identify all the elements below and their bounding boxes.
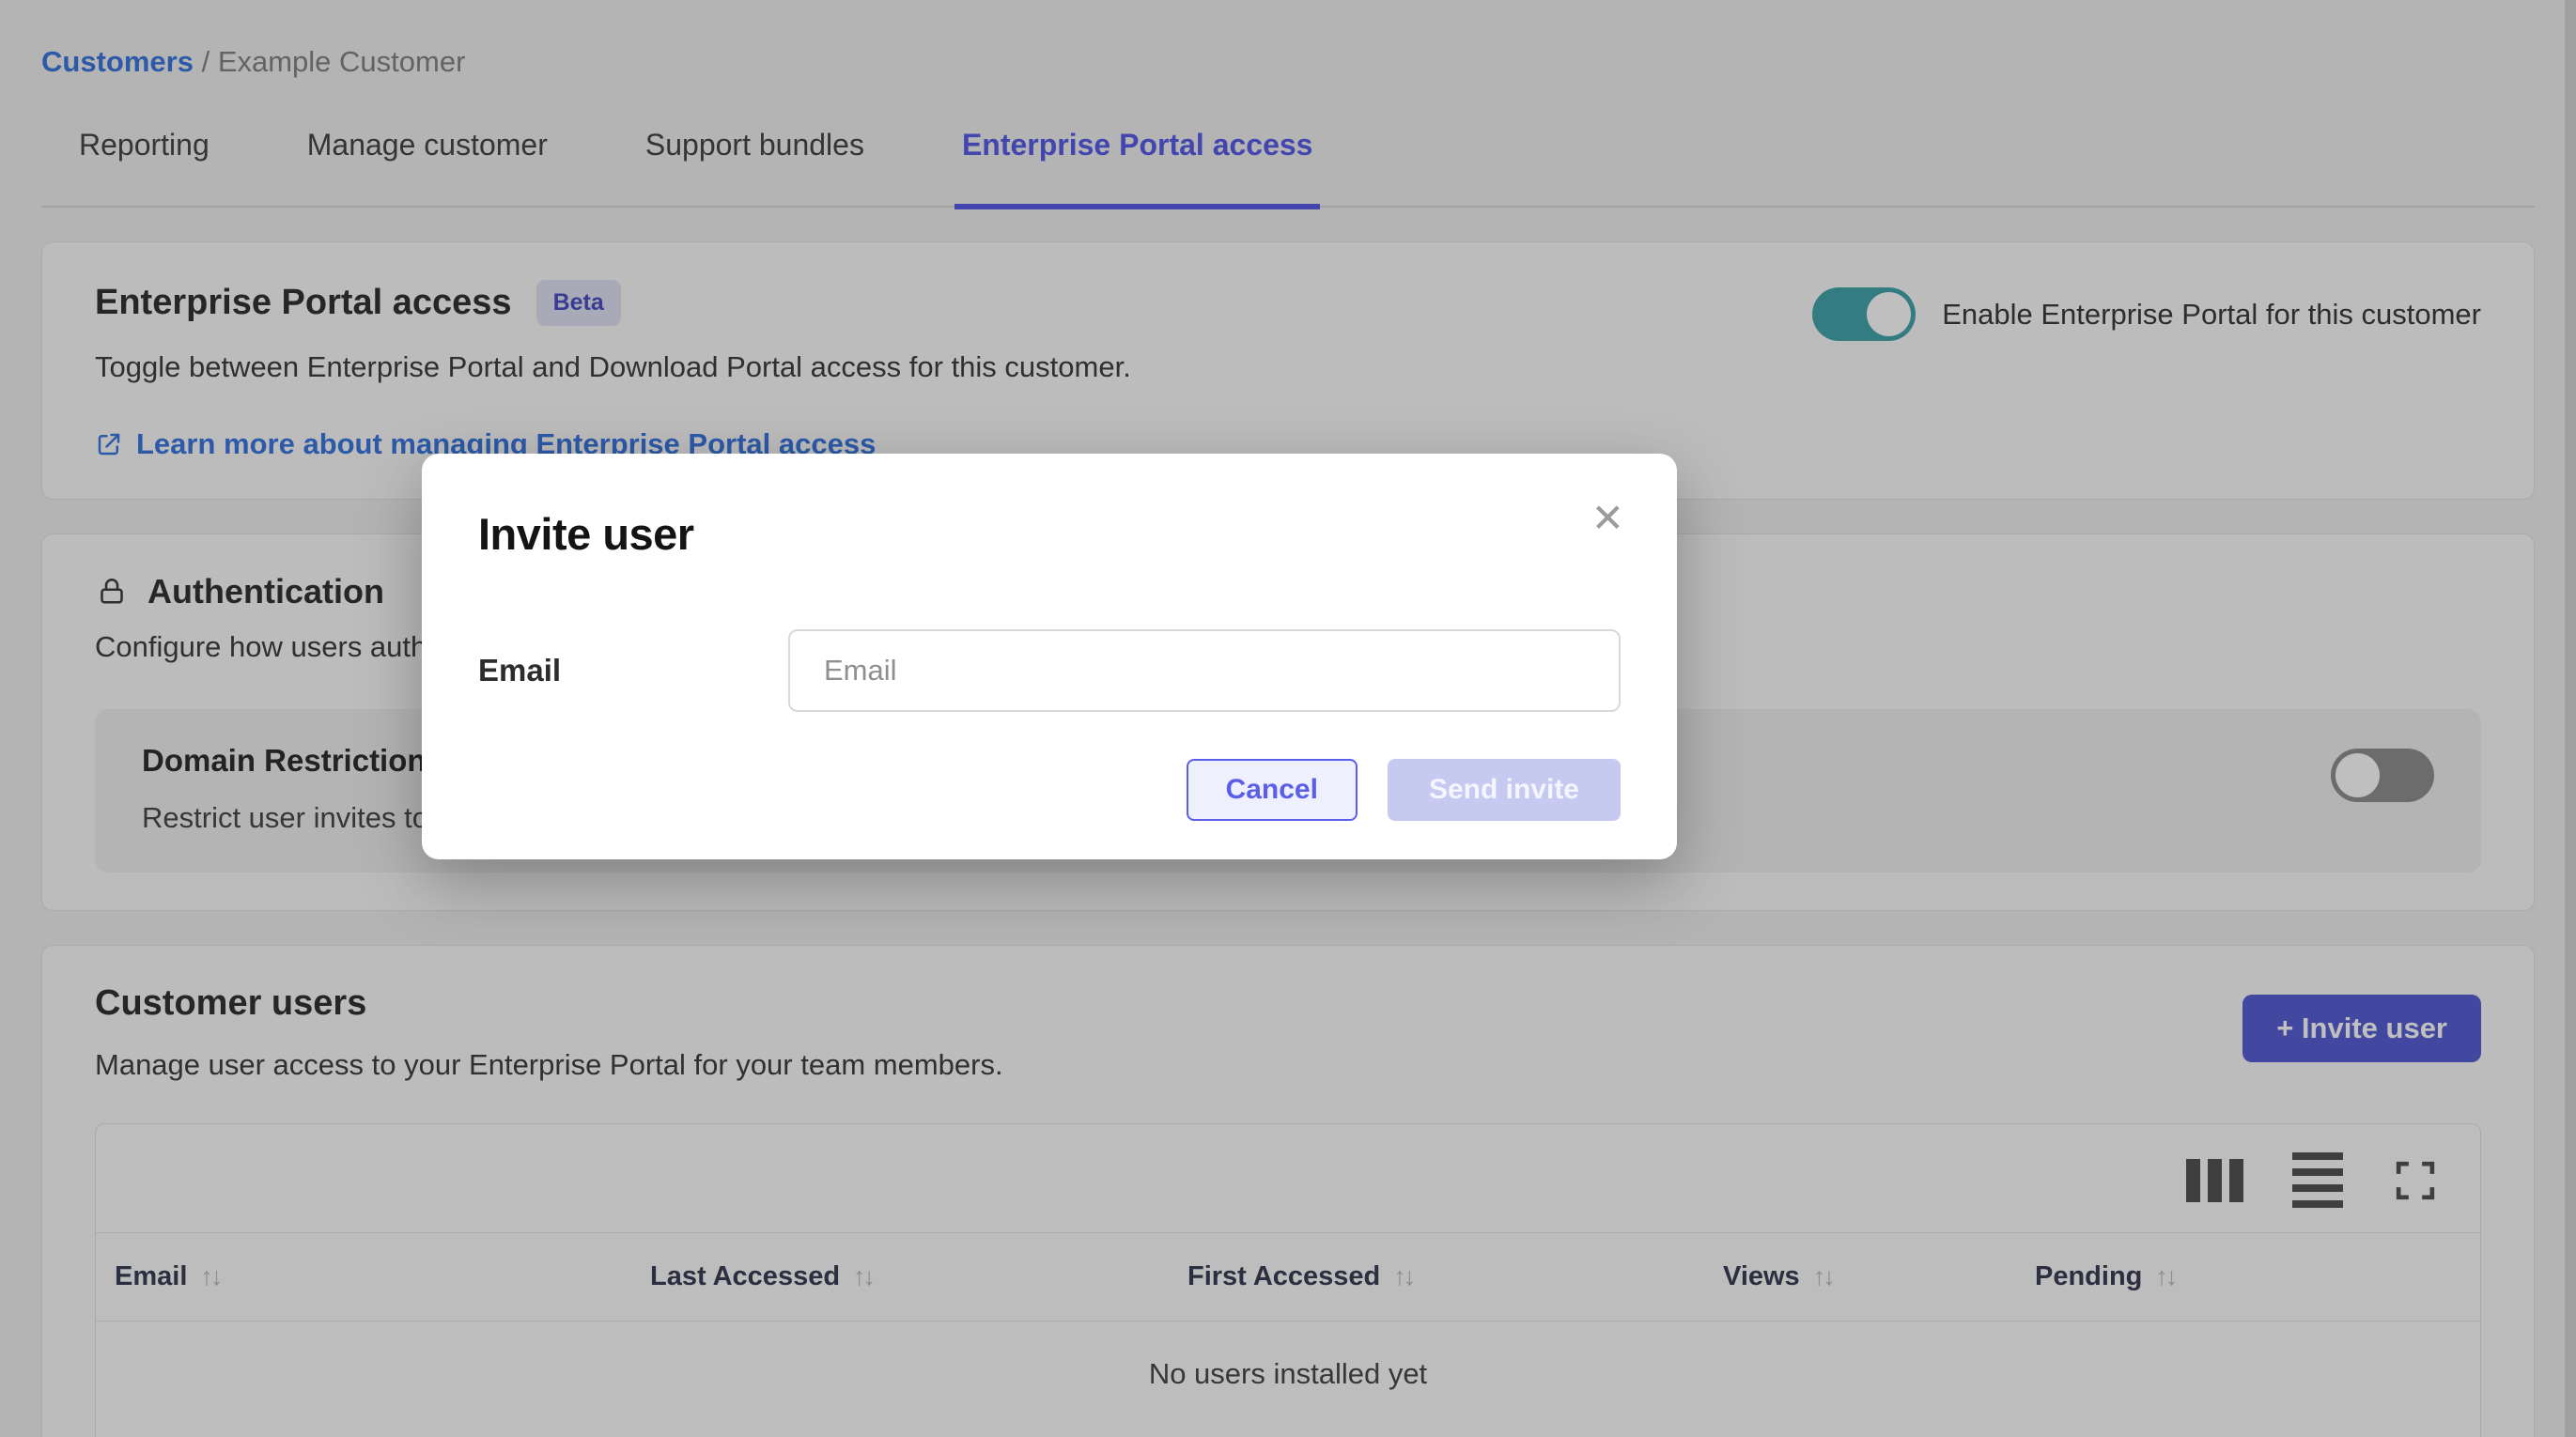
email-field-label: Email	[478, 653, 788, 688]
invite-user-modal: Invite user ✕ Email Cancel Send invite	[422, 454, 1677, 859]
email-field-row: Email	[478, 629, 1621, 712]
cancel-button[interactable]: Cancel	[1187, 759, 1358, 821]
modal-title: Invite user	[478, 508, 1621, 560]
modal-actions: Cancel Send invite	[478, 759, 1621, 821]
email-input[interactable]	[788, 629, 1621, 712]
send-invite-button[interactable]: Send invite	[1388, 759, 1621, 821]
customer-portal-page: Customers / Example Customer Reporting M…	[0, 0, 2576, 1437]
close-icon[interactable]: ✕	[1591, 499, 1624, 538]
